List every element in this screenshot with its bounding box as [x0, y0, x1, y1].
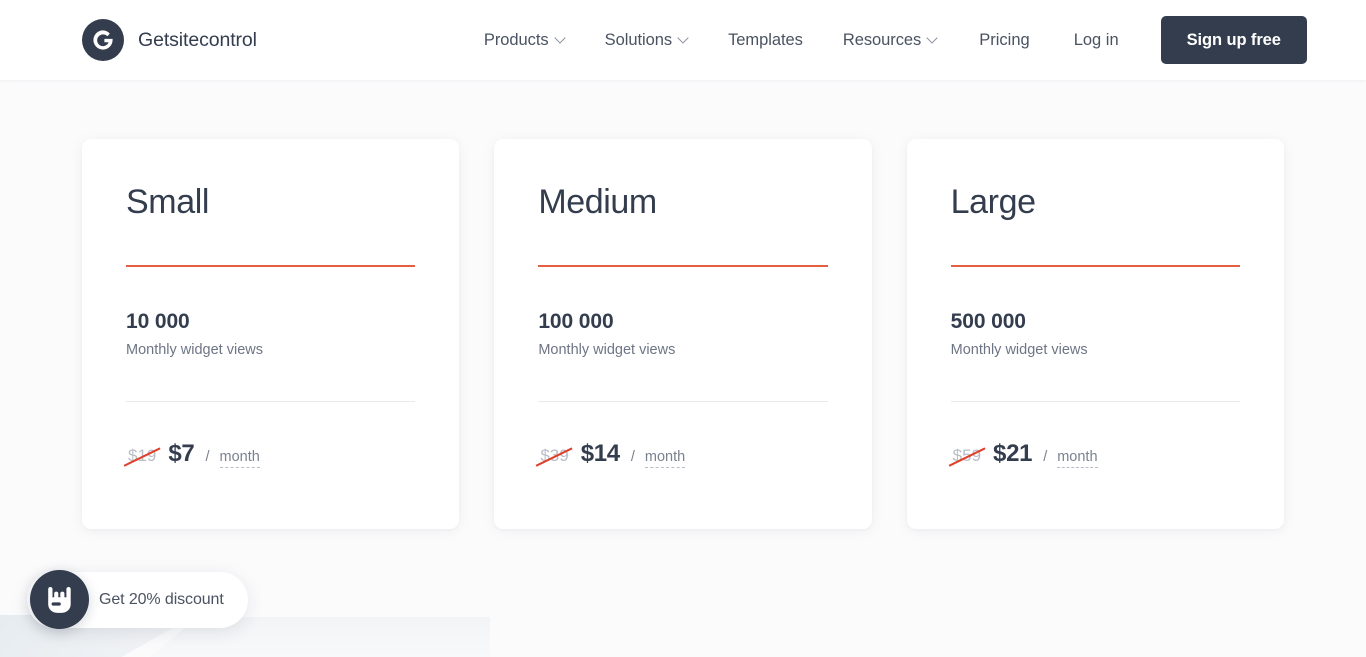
plan-old-price: $59 [948, 446, 986, 467]
brand-name: Getsitecontrol [138, 28, 257, 51]
discount-widget[interactable]: Get 20% discount [27, 570, 248, 629]
brand-logo-link[interactable]: Getsitecontrol [82, 19, 257, 61]
plan-card-medium: Medium 100 000 Monthly widget views $39 … [494, 139, 872, 529]
login-link[interactable]: Log in [1052, 21, 1141, 60]
plan-card-large: Large 500 000 Monthly widget views $59 $… [906, 139, 1284, 529]
plan-quota-number: 100 000 [538, 310, 614, 334]
plan-price-row: $39 $14 / month [536, 440, 827, 469]
plan-billing-period[interactable]: month [644, 449, 686, 469]
chevron-down-icon [556, 34, 565, 43]
plan-accent-divider [538, 265, 828, 268]
plan-quota-number: 500 000 [950, 310, 1026, 334]
nav-item-solutions[interactable]: Solutions [585, 21, 708, 60]
plan-name: Medium [538, 183, 657, 221]
nav-item-pricing[interactable]: Pricing [957, 21, 1051, 60]
plan-new-price: $21 [993, 440, 1033, 468]
discount-label: Get 20% discount [99, 590, 224, 608]
plan-old-price: $19 [123, 446, 161, 467]
plan-price-separator: / [630, 449, 635, 466]
plan-quota-label: Monthly widget views [126, 342, 263, 359]
nav-item-products[interactable]: Products [464, 21, 585, 60]
plan-section-divider [126, 401, 416, 403]
pricing-plans-section: Small 10 000 Monthly widget views $19 $7… [0, 80, 1366, 529]
plan-billing-period[interactable]: month [219, 449, 260, 469]
plan-section-divider [950, 401, 1240, 403]
plan-quota-label: Monthly widget views [950, 342, 1088, 359]
plan-price-row: $19 $7 / month [123, 440, 415, 469]
plan-price-separator: / [205, 449, 210, 466]
rock-on-hand-icon [30, 570, 89, 629]
plan-accent-divider [126, 265, 416, 268]
plan-new-price: $7 [168, 440, 195, 468]
header-actions: Pricing Log in Sign up free [957, 16, 1307, 64]
nav-item-label: Products [483, 30, 549, 49]
plan-quota: 10 000 Monthly widget views [126, 310, 415, 358]
getsitecontrol-logo-icon [82, 19, 124, 61]
chevron-down-icon [679, 34, 688, 43]
plan-billing-period[interactable]: month [1057, 449, 1098, 469]
nav-item-templates[interactable]: Templates [708, 21, 823, 60]
plan-name: Large [950, 183, 1036, 221]
plan-price-row: $59 $21 / month [948, 440, 1240, 469]
plan-name: Small [126, 183, 210, 221]
nav-item-label: Solutions [604, 30, 673, 49]
nav-item-label: Resources [842, 30, 922, 49]
plan-quota-number: 10 000 [126, 310, 190, 334]
plan-old-price: $39 [536, 446, 574, 467]
site-header: Getsitecontrol Products Solutions Templa… [0, 0, 1366, 80]
plan-price-separator: / [1043, 449, 1048, 466]
main-navigation: Products Solutions Templates Resources [464, 21, 957, 60]
plan-section-divider [538, 401, 828, 403]
chevron-down-icon [928, 34, 937, 43]
nav-item-label: Templates [728, 30, 803, 49]
plan-new-price: $14 [580, 440, 620, 468]
plan-quota-label: Monthly widget views [538, 342, 676, 359]
nav-item-resources[interactable]: Resources [823, 21, 957, 60]
plan-quota: 100 000 Monthly widget views [538, 310, 827, 358]
plan-card-small: Small 10 000 Monthly widget views $19 $7… [82, 139, 460, 529]
signup-free-button[interactable]: Sign up free [1160, 16, 1307, 64]
plan-quota: 500 000 Monthly widget views [951, 310, 1240, 358]
plan-accent-divider [950, 265, 1240, 268]
